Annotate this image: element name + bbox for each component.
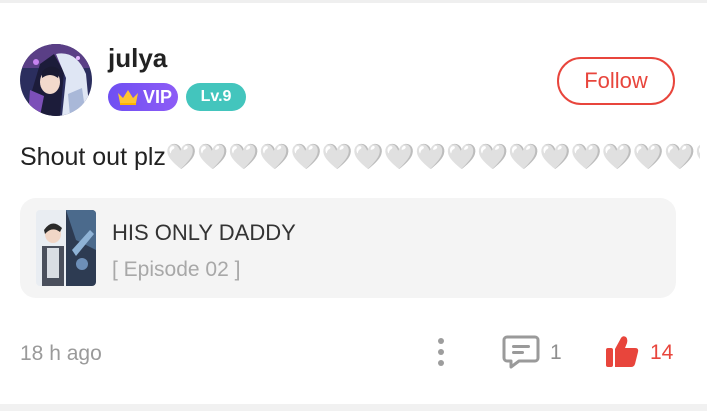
follow-button[interactable]: Follow bbox=[557, 57, 675, 105]
timestamp: 18 h ago bbox=[20, 342, 102, 365]
comment-item: julya VIP Lv.9 Follow Shout out plz🤍🤍🤍🤍🤍… bbox=[0, 0, 707, 411]
anime-avatar-image bbox=[20, 44, 92, 116]
reply-count: 1 bbox=[550, 341, 562, 364]
like-count: 14 bbox=[650, 341, 674, 364]
level-badge: Lv.9 bbox=[186, 83, 246, 111]
thumbs-up-icon bbox=[606, 336, 639, 367]
series-cover-thumbnail bbox=[36, 210, 96, 286]
episode-label: [ Episode 02 ] bbox=[112, 258, 241, 281]
comment-text: Shout out plz🤍🤍🤍🤍🤍🤍🤍🤍🤍🤍🤍🤍🤍🤍🤍🤍🤍🤍🤍🤍🤍🤍🤍🤍🤍🤍🤍… bbox=[20, 143, 700, 171]
like-button[interactable]: 14 bbox=[604, 334, 684, 370]
reply-button[interactable]: 1 bbox=[502, 334, 572, 370]
cover-art bbox=[36, 210, 96, 286]
username[interactable]: julya bbox=[108, 42, 167, 74]
more-vertical-icon bbox=[438, 338, 444, 366]
series-title: HIS ONLY DADDY bbox=[112, 220, 296, 245]
vip-badge: VIP bbox=[108, 83, 178, 111]
bottom-divider bbox=[0, 404, 707, 411]
vip-label: VIP bbox=[143, 87, 173, 107]
crown-icon bbox=[118, 90, 138, 105]
comment-icon bbox=[502, 335, 540, 369]
episode-card[interactable]: HIS ONLY DADDY [ Episode 02 ] bbox=[20, 198, 676, 298]
more-options-button[interactable] bbox=[430, 336, 452, 368]
avatar[interactable] bbox=[20, 44, 92, 116]
top-divider bbox=[0, 0, 707, 3]
